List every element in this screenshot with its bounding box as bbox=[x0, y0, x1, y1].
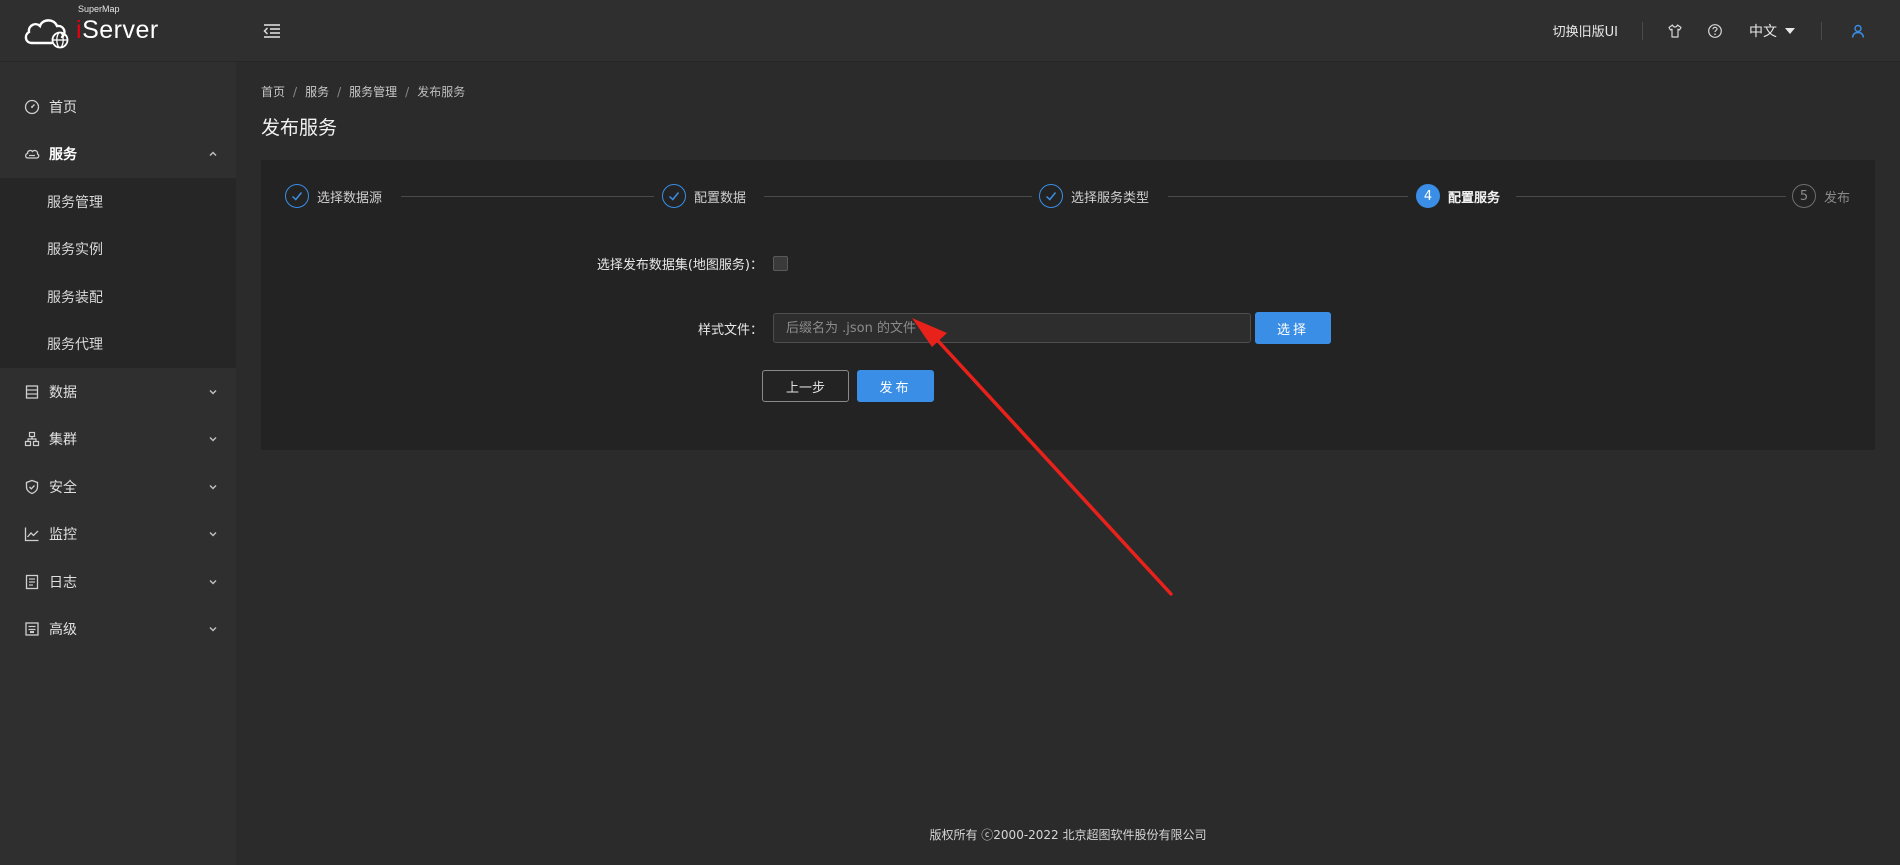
style-file-row: 样式文件： 选择 bbox=[523, 312, 1331, 344]
sidebar-item-label: 首页 bbox=[49, 99, 77, 116]
copyright-footer: 版权所有 ⓒ2000-2022 北京超图软件股份有限公司 bbox=[929, 828, 1207, 842]
breadcrumb-home[interactable]: 首页 bbox=[261, 83, 285, 100]
dataset-label: 选择发布数据集(地图服务)： bbox=[596, 257, 763, 273]
sidebar: SuperMap iServer 首页 服务 服务管理 服务实例 服务装配 服务… bbox=[0, 0, 236, 865]
cloud-service-icon bbox=[25, 150, 40, 159]
caret-down-icon bbox=[1785, 27, 1795, 34]
services-submenu: 服务管理 服务实例 服务装配 服务代理 bbox=[0, 178, 236, 368]
header-divider bbox=[1642, 21, 1643, 40]
advanced-settings-icon bbox=[25, 622, 39, 636]
step-5: 5 发布 bbox=[1792, 183, 1850, 209]
collapse-menu-icon[interactable] bbox=[262, 22, 282, 40]
chevron-down-icon bbox=[209, 532, 217, 537]
chevron-down-icon bbox=[209, 579, 217, 585]
dataset-row: 选择发布数据集(地图服务)： bbox=[523, 253, 788, 273]
sidebar-item-label: 日志 bbox=[49, 574, 77, 591]
breadcrumb-separator: / bbox=[405, 84, 410, 99]
sidebar-subitem-service-management[interactable]: 服务管理 bbox=[0, 178, 236, 226]
step-label: 选择数据源 bbox=[317, 190, 383, 206]
cloud-globe-logo-icon bbox=[24, 18, 69, 48]
check-icon bbox=[662, 184, 686, 208]
sidebar-subitem-service-instances[interactable]: 服务实例 bbox=[0, 226, 236, 274]
logo-product-name: iServer bbox=[76, 16, 159, 44]
step-connector bbox=[1516, 196, 1786, 197]
sidebar-subitem-service-assembly[interactable]: 服务装配 bbox=[0, 273, 236, 321]
chevron-down-icon bbox=[209, 484, 217, 490]
step-label: 发布 bbox=[1824, 190, 1851, 206]
step-4: 4 配置服务 bbox=[1416, 183, 1500, 209]
cluster-nodes-icon bbox=[24, 432, 40, 447]
language-label: 中文 bbox=[1749, 23, 1777, 40]
chevron-down-icon bbox=[209, 437, 217, 442]
data-table-icon bbox=[25, 385, 39, 399]
breadcrumb-services[interactable]: 服务 bbox=[305, 83, 329, 100]
step-connector bbox=[764, 196, 1032, 197]
step-number: 5 bbox=[1792, 184, 1816, 208]
action-buttons: 上一步 发布 bbox=[762, 370, 934, 402]
sidebar-item-label: 安全 bbox=[49, 479, 77, 496]
help-question-icon[interactable] bbox=[1707, 23, 1723, 39]
publish-dataset-checkbox[interactable] bbox=[773, 255, 788, 271]
sidebar-item-services[interactable]: 服务 bbox=[0, 131, 236, 179]
top-header: 切换旧版UI 中文 bbox=[236, 0, 1900, 62]
step-label: 配置服务 bbox=[1448, 190, 1501, 206]
theme-shirt-icon[interactable] bbox=[1667, 23, 1683, 39]
sidebar-item-cluster[interactable]: 集群 bbox=[0, 416, 236, 464]
step-connector bbox=[401, 196, 654, 197]
publish-service-panel: 选择数据源 配置数据 选择服务类型 4 配置服务 5 发布 选择发布数据集(地图… bbox=[261, 160, 1875, 450]
page-title: 发布服务 bbox=[261, 117, 338, 139]
logo-brand-small: SuperMap bbox=[78, 4, 120, 14]
dashboard-gauge-icon bbox=[24, 99, 40, 114]
sidebar-item-label: 高级 bbox=[49, 622, 77, 639]
shield-icon bbox=[25, 479, 39, 494]
sidebar-item-label: 集群 bbox=[49, 432, 77, 449]
sidebar-item-label: 服务 bbox=[49, 147, 77, 164]
step-2: 配置数据 bbox=[662, 183, 746, 209]
step-label: 配置数据 bbox=[694, 190, 747, 206]
header-divider bbox=[1821, 21, 1822, 40]
step-1: 选择数据源 bbox=[285, 183, 382, 209]
breadcrumb-separator: / bbox=[293, 84, 298, 99]
breadcrumb-current: 发布服务 bbox=[417, 85, 466, 99]
publish-button[interactable]: 发布 bbox=[857, 370, 934, 402]
chevron-down-icon bbox=[209, 389, 217, 395]
logo-text: SuperMap iServer bbox=[76, 4, 159, 45]
breadcrumb: 首页 / 服务 / 服务管理 / 发布服务 bbox=[261, 83, 465, 100]
sidebar-item-data[interactable]: 数据 bbox=[0, 368, 236, 416]
select-file-button[interactable]: 选择 bbox=[1255, 312, 1331, 344]
sidebar-item-label: 数据 bbox=[49, 384, 77, 401]
logo[interactable]: SuperMap iServer bbox=[0, 0, 236, 62]
sidebar-item-security[interactable]: 安全 bbox=[0, 463, 236, 511]
sidebar-item-advanced[interactable]: 高级 bbox=[0, 606, 236, 654]
log-document-icon bbox=[25, 574, 39, 589]
sidebar-item-home[interactable]: 首页 bbox=[0, 83, 236, 131]
step-connector bbox=[1168, 196, 1408, 197]
style-file-label: 样式文件： bbox=[697, 322, 763, 338]
previous-step-button[interactable]: 上一步 bbox=[762, 370, 849, 402]
switch-legacy-ui-link[interactable]: 切换旧版UI bbox=[1529, 21, 1642, 40]
sidebar-item-label: 监控 bbox=[49, 527, 77, 544]
line-chart-icon bbox=[24, 527, 39, 542]
step-3: 选择服务类型 bbox=[1039, 183, 1149, 209]
check-icon bbox=[1039, 184, 1063, 208]
steps-bar: 选择数据源 配置数据 选择服务类型 4 配置服务 5 发布 bbox=[285, 183, 1851, 209]
check-icon bbox=[285, 184, 309, 208]
step-number: 4 bbox=[1416, 184, 1440, 208]
sidebar-item-monitoring[interactable]: 监控 bbox=[0, 511, 236, 559]
sidebar-subitem-service-proxy[interactable]: 服务代理 bbox=[0, 321, 236, 369]
language-dropdown[interactable]: 中文 bbox=[1749, 21, 1795, 41]
chevron-up-icon bbox=[209, 151, 217, 157]
user-icon[interactable] bbox=[1850, 23, 1866, 39]
breadcrumb-separator: / bbox=[337, 84, 342, 99]
sidebar-menu: 首页 服务 服务管理 服务实例 服务装配 服务代理 数据 集群 安全 监控 日志… bbox=[0, 83, 236, 653]
sidebar-item-logs[interactable]: 日志 bbox=[0, 558, 236, 606]
style-file-input[interactable] bbox=[773, 313, 1251, 343]
header-actions: 切换旧版UI 中文 bbox=[1529, 0, 1900, 61]
chevron-down-icon bbox=[209, 627, 217, 632]
step-label: 选择服务类型 bbox=[1071, 190, 1150, 206]
breadcrumb-service-management[interactable]: 服务管理 bbox=[349, 83, 397, 100]
